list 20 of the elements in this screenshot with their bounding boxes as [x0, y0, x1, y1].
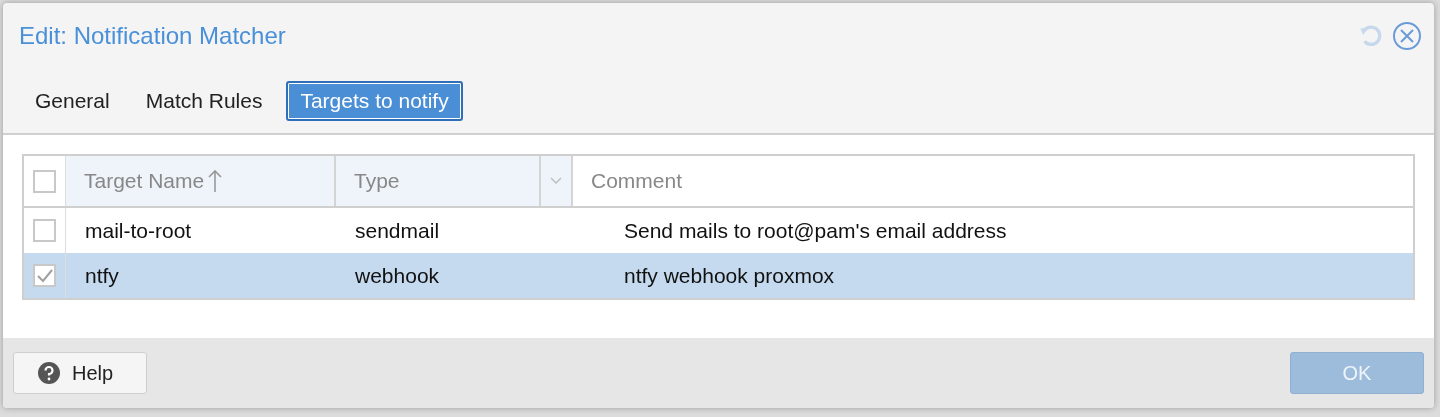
table-row[interactable]: ntfy webhook ntfy webhook proxmox [24, 253, 1413, 298]
tab[interactable]: General [23, 81, 122, 121]
table-cell-text: mail-to-root [85, 217, 192, 244]
close-icon[interactable] [1392, 21, 1422, 51]
table-cell-text: webhook [355, 262, 440, 289]
tab[interactable]: Match Rules [133, 81, 275, 121]
help-button[interactable]: Help [13, 352, 147, 394]
help-icon [38, 362, 60, 384]
column-header[interactable]: Comment [573, 156, 1413, 206]
row-checkbox[interactable] [33, 264, 56, 287]
table-cell-text: ntfy [85, 262, 119, 289]
table-cell-text: Send mails to root@pam's email address [624, 217, 1007, 244]
row-checkbox[interactable] [33, 219, 56, 242]
sort-arrow-icon [208, 169, 223, 193]
table-cell-text: sendmail [355, 217, 440, 244]
reset-icon[interactable] [1358, 23, 1384, 49]
table-cell-text: ntfy webhook proxmox [624, 262, 835, 289]
dialog-title: Edit: Notification Matcher [19, 21, 286, 51]
chevron-down-icon[interactable] [550, 177, 562, 185]
select-all-checkbox[interactable] [33, 169, 56, 193]
